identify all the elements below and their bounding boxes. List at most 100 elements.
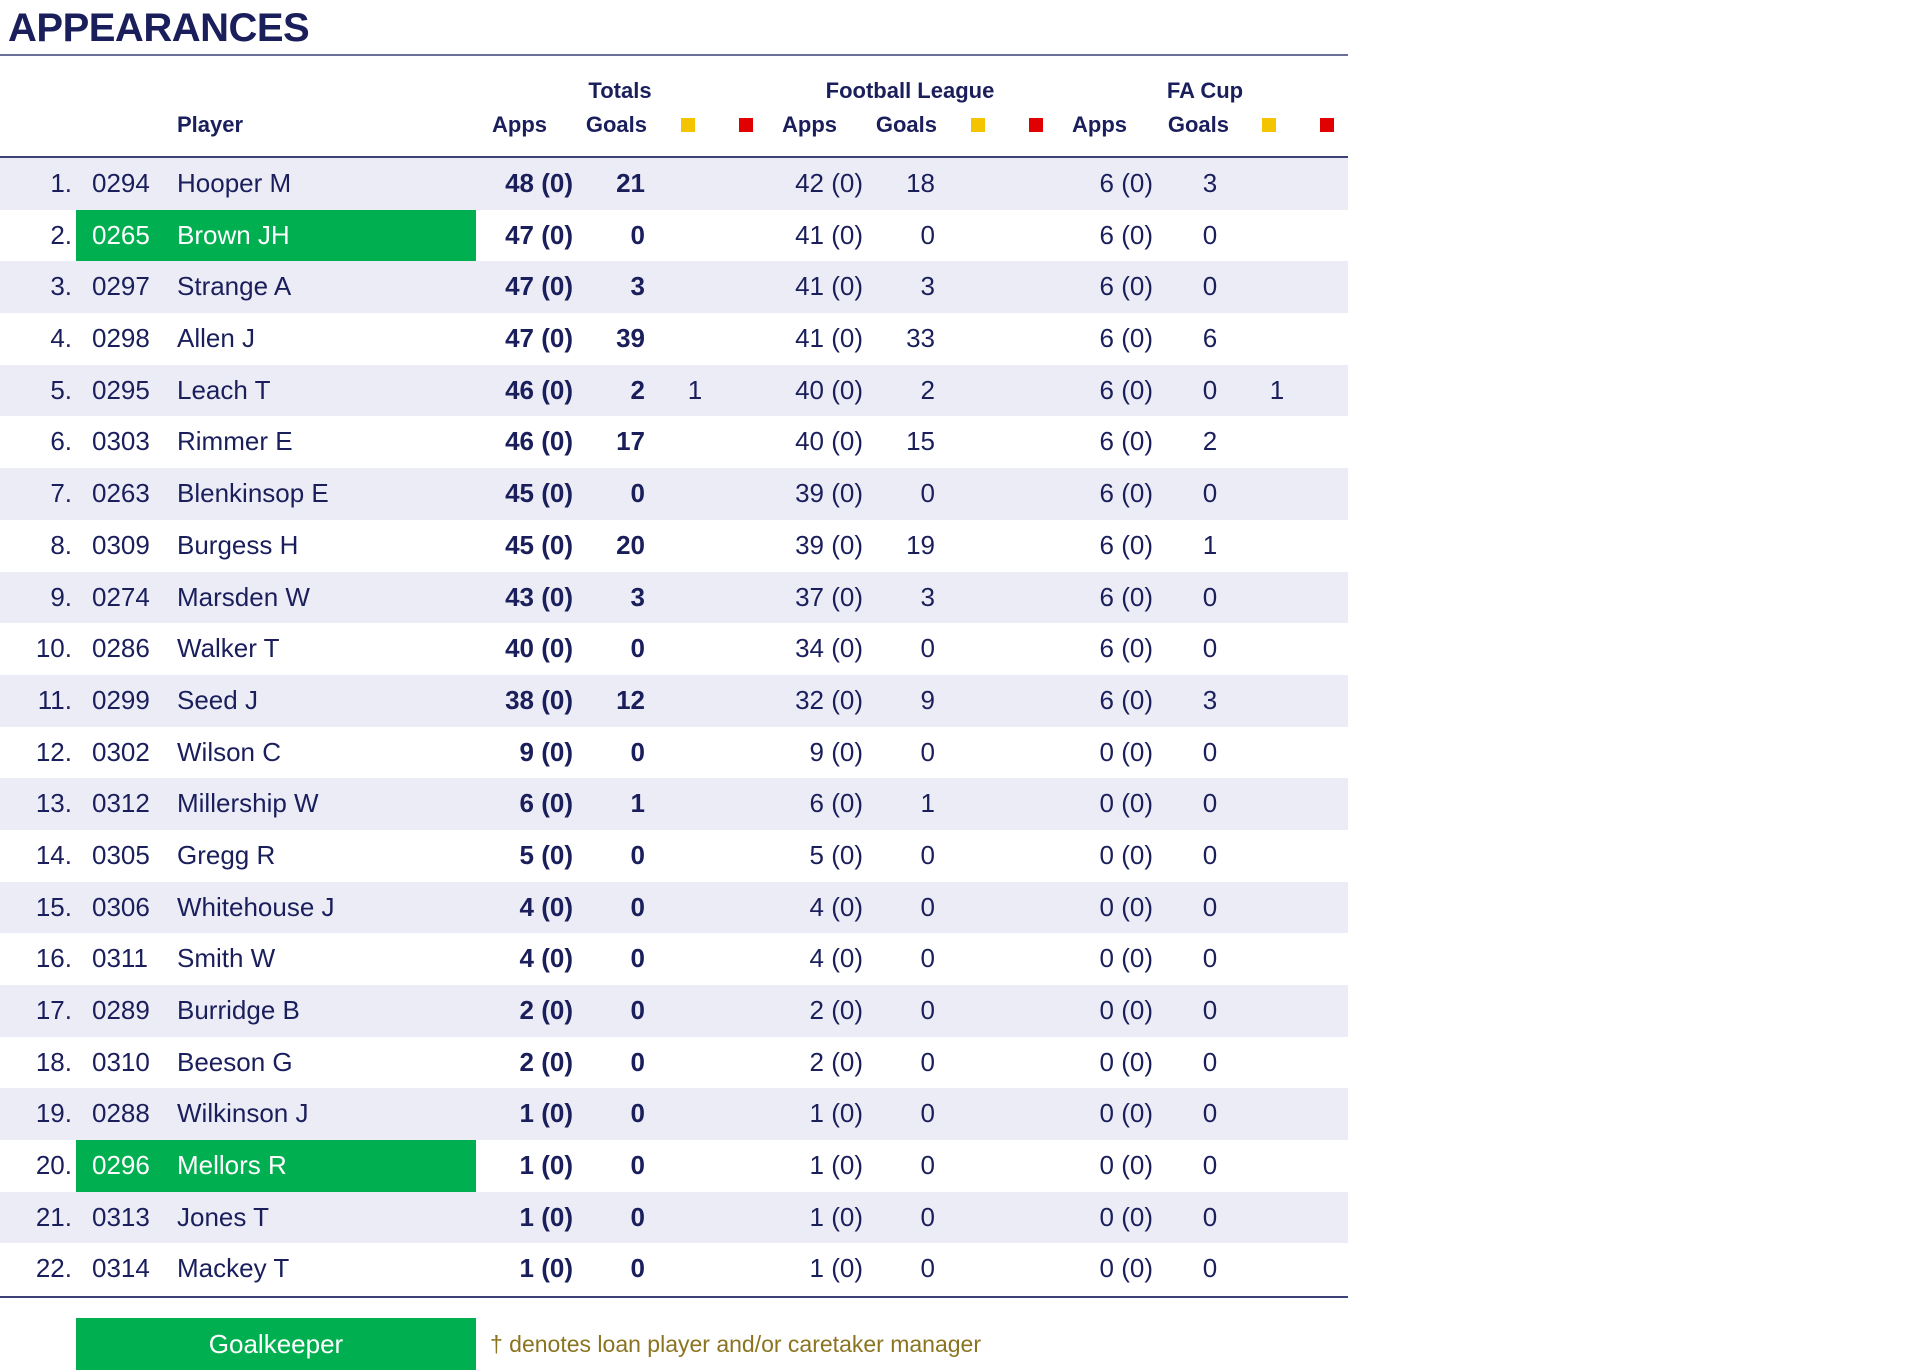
cup-yellow-cards xyxy=(1262,313,1292,365)
totals-yellow-cards xyxy=(680,313,710,365)
cup-apps: 0 (0) xyxy=(1099,1150,1153,1181)
league-goals: 3 xyxy=(920,271,935,302)
player-rank: 10. xyxy=(35,633,72,664)
totals-yellow-cards xyxy=(680,675,710,727)
totals-yellow-cards xyxy=(680,623,710,675)
totals-goals: 0 xyxy=(630,633,645,664)
cup-goals: 0 xyxy=(1202,995,1218,1025)
table-row: 9. 0274 Marsden W 43 (0) 3 37 (0) 3 6 (0) 0 xyxy=(0,571,1348,624)
cup-goals: 0 xyxy=(1202,788,1218,819)
header-league-apps: Apps xyxy=(782,112,837,137)
totals-apps: 4 (0) xyxy=(519,891,573,922)
player-code: 0286 xyxy=(92,633,150,664)
table-row: 10. 0286 Walker T 40 (0) 0 34 (0) 0 6 (0) 0 xyxy=(0,623,1348,675)
league-apps: 1 (0) xyxy=(809,1253,863,1284)
cup-yellow-cards xyxy=(1262,727,1292,779)
player-name: Walker T xyxy=(177,633,280,664)
cup-yellow-cards: 1 xyxy=(1269,374,1285,405)
totals-yellow-cards xyxy=(680,520,710,572)
cup-goals: 0 xyxy=(1202,736,1218,767)
cup-goals: 0 xyxy=(1202,271,1218,302)
league-goals: 0 xyxy=(920,995,935,1025)
cup-apps: 6 (0) xyxy=(1099,271,1153,302)
league-goals: 1 xyxy=(920,788,935,819)
totals-yellow-cards xyxy=(680,985,710,1037)
cup-yellow-cards xyxy=(1262,675,1292,727)
player-name: Beeson G xyxy=(177,1046,293,1077)
table-row: 21. 0313 Jones T 1 (0) 0 1 (0) 0 0 (0) 0 xyxy=(0,1191,1348,1244)
totals-goals: 21 xyxy=(616,168,645,198)
cup-yellow-cards xyxy=(1262,1037,1292,1089)
totals-apps: 47 (0) xyxy=(505,219,573,250)
player-name: Wilkinson J xyxy=(177,1098,309,1129)
league-goals: 0 xyxy=(920,736,935,767)
cup-apps: 0 (0) xyxy=(1099,1046,1153,1077)
totals-apps: 43 (0) xyxy=(505,581,573,612)
totals-yellow-cards xyxy=(680,1140,710,1192)
player-name: Leach T xyxy=(177,374,271,405)
league-goals: 0 xyxy=(920,839,935,870)
league-apps: 2 (0) xyxy=(809,1046,863,1077)
player-code: 0314 xyxy=(92,1253,150,1284)
cup-apps: 6 (0) xyxy=(1099,529,1153,560)
cup-goals: 0 xyxy=(1202,891,1218,922)
player-code: 0296 xyxy=(92,1150,150,1181)
player-code: 0289 xyxy=(92,995,150,1025)
player-rank: 19. xyxy=(35,1098,72,1129)
cup-yellow-cards xyxy=(1262,1088,1292,1140)
totals-apps: 47 (0) xyxy=(505,271,573,302)
league-goals: 19 xyxy=(906,529,935,560)
cup-goals: 6 xyxy=(1202,323,1218,354)
table-row: 12. 0302 Wilson C 9 (0) 0 9 (0) 0 0 (0) 0 xyxy=(0,727,1348,779)
totals-yellow-cards xyxy=(680,882,710,934)
totals-yellow-cards xyxy=(680,1243,710,1295)
totals-goals: 3 xyxy=(630,581,645,612)
totals-yellow-cards xyxy=(680,778,710,830)
player-rank: 22. xyxy=(35,1253,72,1284)
totals-yellow-cards: 1 xyxy=(687,374,703,405)
table-row: 19. 0288 Wilkinson J 1 (0) 0 1 (0) 0 0 (0) 0 xyxy=(0,1088,1348,1141)
player-name: Hooper M xyxy=(177,168,292,198)
player-code: 0312 xyxy=(92,788,150,819)
cup-goals: 0 xyxy=(1202,1201,1218,1232)
cup-goals: 0 xyxy=(1202,633,1218,664)
league-goals: 0 xyxy=(920,1150,935,1181)
cup-apps: 6 (0) xyxy=(1099,219,1153,250)
appearances-table: 1. 0294 Hooper M 48 (0) 21 42 (0) 18 6 (0) 3 2. 02… xyxy=(0,158,1348,1295)
league-goals: 0 xyxy=(920,633,935,664)
table-row: 16. 0311 Smith W 4 (0) 0 4 (0) 0 0 (0) 0 xyxy=(0,933,1348,985)
player-rank: 17. xyxy=(35,995,72,1025)
totals-apps: 48 (0) xyxy=(505,168,573,198)
league-apps: 40 (0) xyxy=(795,426,863,457)
totals-yellow-cards xyxy=(680,416,710,468)
header-totals-apps: Apps xyxy=(492,112,547,137)
player-rank: 5. xyxy=(50,374,72,405)
totals-goals: 0 xyxy=(630,1253,645,1284)
league-apps: 9 (0) xyxy=(809,736,863,767)
league-apps: 2 (0) xyxy=(809,995,863,1025)
league-goals: 0 xyxy=(920,891,935,922)
league-apps: 4 (0) xyxy=(809,943,863,974)
cup-yellow-cards xyxy=(1262,572,1292,624)
league-apps: 41 (0) xyxy=(795,323,863,354)
player-code: 0297 xyxy=(92,271,150,302)
totals-apps: 6 (0) xyxy=(519,788,573,819)
player-name: Smith W xyxy=(177,943,276,974)
player-name: Mellors R xyxy=(177,1150,287,1181)
player-name: Blenkinsop E xyxy=(177,478,329,509)
player-name: Allen J xyxy=(177,323,256,354)
league-goals: 0 xyxy=(920,943,935,974)
player-code: 0288 xyxy=(92,1098,150,1129)
league-goals: 9 xyxy=(920,684,935,715)
player-rank: 1. xyxy=(50,168,72,198)
table-row: 8. 0309 Burgess H 45 (0) 20 39 (0) 19 6 (0) 1 xyxy=(0,520,1348,572)
player-name: Burridge B xyxy=(177,995,300,1025)
cup-apps: 0 (0) xyxy=(1099,788,1153,819)
player-code: 0309 xyxy=(92,529,150,560)
player-name: Strange A xyxy=(177,271,292,302)
yellow-card-icon xyxy=(681,118,695,132)
totals-goals: 1 xyxy=(630,788,645,819)
player-rank: 21. xyxy=(35,1201,72,1232)
table-row: 2. 0265 Brown JH 47 (0) 0 41 (0) 0 6 (0) 0 xyxy=(0,209,1348,262)
player-name: Gregg R xyxy=(177,839,276,870)
